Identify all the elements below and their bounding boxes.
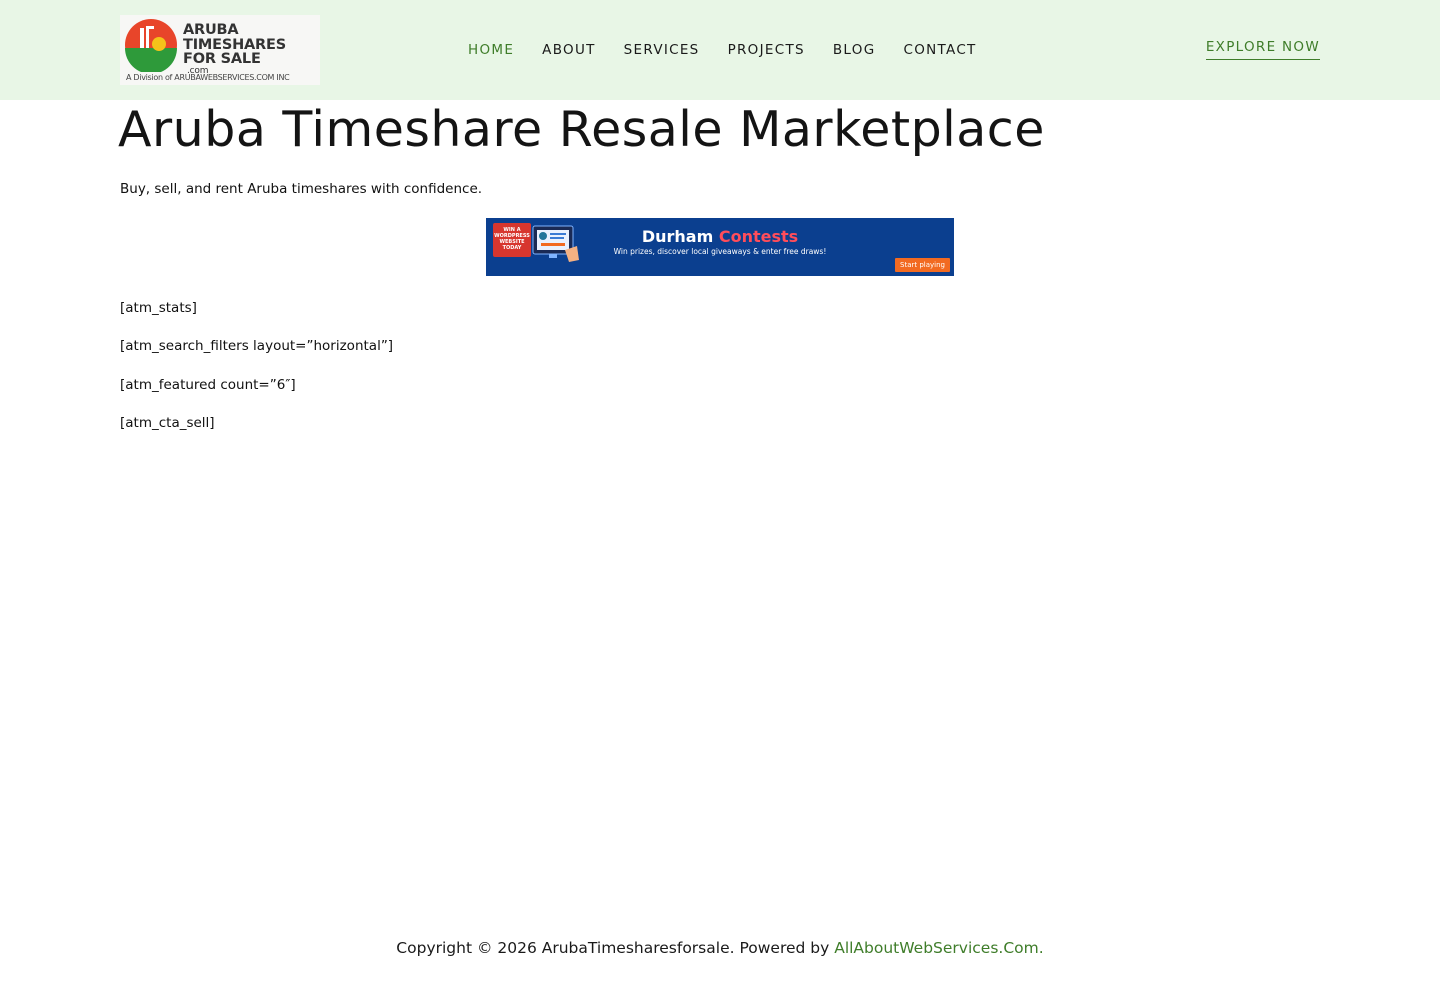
- shortcode-text: [atm_search_filters layout=”horizontal”]: [120, 338, 394, 354]
- main-nav: HOME ABOUT SERVICES PROJECTS BLOG CONTAC…: [468, 42, 1005, 58]
- banner-start-playing-button[interactable]: Start playing: [895, 258, 950, 272]
- explore-now-button[interactable]: EXPLORE NOW: [1205, 39, 1320, 60]
- copyright-text: Copyright © 2026 ArubaTimesharesforsale.…: [396, 939, 835, 957]
- banner-subtitle: Win prizes, discover local giveaways & e…: [613, 247, 827, 256]
- site-logo[interactable]: ARUBA TIMESHARES FOR SALE .com A Divisio…: [120, 15, 320, 85]
- logo-division-text: A Division of ARUBAWEBSERVICES.COM INC: [126, 73, 290, 82]
- nav-item-contact[interactable]: CONTACT: [903, 42, 976, 58]
- logo-sun-icon: [125, 19, 177, 72]
- page-tagline: Buy, sell, and rent Aruba timeshares wit…: [120, 181, 483, 197]
- shortcode-text: [atm_stats]: [120, 300, 197, 316]
- nav-item-about[interactable]: ABOUT: [542, 42, 596, 58]
- banner-title-part1: Durham: [641, 227, 719, 246]
- site-header: ARUBA TIMESHARES FOR SALE .com A Divisio…: [0, 0, 1440, 100]
- nav-item-home[interactable]: HOME: [468, 42, 514, 58]
- site-footer: Copyright © 2026 ArubaTimesharesforsale.…: [0, 939, 1440, 957]
- banner-title: Durham Contests: [486, 227, 954, 246]
- banner-title-part2: Contests: [718, 227, 799, 246]
- durham-contests-banner[interactable]: WIN A WORDPRESS WEBSITE TODAY Durham Con…: [486, 218, 954, 276]
- shortcode-text: [atm_cta_sell]: [120, 415, 215, 431]
- nav-item-projects[interactable]: PROJECTS: [728, 42, 805, 58]
- shortcode-text: [atm_featured count=”6″]: [120, 377, 296, 393]
- nav-item-services[interactable]: SERVICES: [624, 42, 700, 58]
- footer-powered-by-link[interactable]: AllAboutWebServices.Com.: [834, 939, 1043, 957]
- logo-line-3: FOR SALE: [183, 51, 261, 67]
- logo-wordmark: ARUBA TIMESHARES FOR SALE .com: [183, 23, 286, 76]
- page-title: Aruba Timeshare Resale Marketplace: [118, 101, 1045, 158]
- nav-item-blog[interactable]: BLOG: [833, 42, 876, 58]
